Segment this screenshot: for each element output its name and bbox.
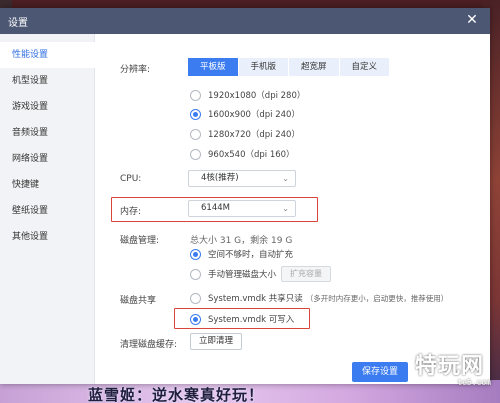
disk-summary: 总大小 31 G，剩余 19 G: [190, 236, 293, 246]
sidebar-item-network[interactable]: 网络设置: [0, 146, 95, 172]
save-settings-button[interactable]: 保存设置: [352, 362, 409, 382]
disk-share-option-note: （多开时内存更小，启动更快，推荐使用）: [305, 293, 449, 303]
radio-button[interactable]: [190, 292, 201, 304]
watermark-logo: 特玩网 te5.com: [415, 348, 495, 392]
cpu-label: CPU:: [120, 174, 142, 184]
radio-button-checked[interactable]: [190, 108, 201, 120]
radio-button[interactable]: [190, 128, 201, 140]
memory-label: 内存:: [120, 207, 142, 217]
clean-now-button[interactable]: 立即清理: [190, 333, 243, 350]
disk-share-option-label: System.vmdk 可写入: [208, 315, 295, 325]
resolution-label: 分辨率:: [120, 65, 151, 75]
chevron-down-icon: ⌄: [282, 204, 289, 213]
watermark-main-text: 特玩网: [415, 354, 485, 379]
disk-option-label: 手动管理磁盘大小: [208, 270, 277, 280]
disk-option-auto-expand[interactable]: 空间不够时，自动扩充: [190, 247, 293, 261]
radio-button[interactable]: [190, 268, 201, 280]
resolution-option-1280[interactable]: 1280x720（dpi 240）: [190, 127, 300, 141]
resolution-option-960[interactable]: 960x540（dpi 160）: [190, 147, 295, 161]
title-bar: 设置 ✕: [0, 8, 490, 34]
radio-button[interactable]: [190, 89, 201, 101]
radio-button-checked[interactable]: [190, 248, 201, 260]
chevron-down-icon: ⌄: [282, 174, 289, 183]
memory-select[interactable]: 6144M ⌄: [188, 200, 296, 217]
resolution-option-label: 1280x720（dpi 240）: [208, 130, 300, 140]
close-icon[interactable]: ✕: [464, 12, 480, 28]
resolution-option-label: 1600x900（dpi 240）: [208, 110, 300, 120]
disk-share-option-label: System.vmdk 共享只读: [208, 294, 303, 304]
settings-content: 分辨率: 平板版 手机版 超宽屏 自定义 1920x1080（dpi 280） …: [95, 34, 490, 384]
sidebar-item-other[interactable]: 其他设置: [0, 224, 95, 250]
settings-dialog: 设置 ✕ 性能设置 机型设置 游戏设置 音频设置 网络设置 快捷键 壁纸设置 其…: [0, 8, 490, 384]
resolution-tabs: 平板版 手机版 超宽屏 自定义: [188, 58, 390, 76]
cache-label: 清理磁盘缓存:: [120, 340, 178, 350]
radio-button[interactable]: [190, 148, 201, 160]
disk-share-option-readonly[interactable]: System.vmdk 共享只读 （多开时内存更小，启动更快，推荐使用）: [190, 291, 448, 305]
sidebar-item-wallpaper[interactable]: 壁纸设置: [0, 198, 95, 224]
disk-option-manual[interactable]: 手动管理磁盘大小: [190, 267, 276, 281]
sidebar-item-game[interactable]: 游戏设置: [0, 94, 95, 120]
tab-phone[interactable]: 手机版: [238, 58, 289, 76]
sidebar-item-shortcuts[interactable]: 快捷键: [0, 172, 95, 198]
memory-select-value: 6144M: [201, 203, 230, 213]
tab-custom[interactable]: 自定义: [339, 58, 390, 76]
disk-share-label: 磁盘共享: [120, 296, 157, 306]
cpu-select[interactable]: 4核(推荐) ⌄: [188, 170, 296, 187]
resolution-option-1600[interactable]: 1600x900（dpi 240）: [190, 107, 300, 121]
resolution-option-label: 960x540（dpi 160）: [208, 150, 295, 160]
radio-button-checked[interactable]: [190, 313, 201, 325]
watermark-sub-text: te5.com: [457, 378, 491, 387]
resolution-option-label: 1920x1080（dpi 280）: [208, 91, 306, 101]
disk-option-label: 空间不够时，自动扩充: [208, 250, 294, 260]
sidebar-item-performance[interactable]: 性能设置: [0, 42, 95, 68]
expand-capacity-button[interactable]: 扩充容量: [281, 266, 331, 282]
tab-ultrawide[interactable]: 超宽屏: [289, 58, 339, 76]
tab-tablet[interactable]: 平板版: [188, 58, 238, 76]
disk-share-option-writable[interactable]: System.vmdk 可写入: [190, 312, 294, 326]
resolution-option-1920[interactable]: 1920x1080（dpi 280）: [190, 88, 305, 102]
background-caption: 蓝雪姬：逆水寒真好玩！: [88, 386, 265, 403]
sidebar: 性能设置 机型设置 游戏设置 音频设置 网络设置 快捷键 壁纸设置 其他设置: [0, 34, 95, 384]
sidebar-item-audio[interactable]: 音频设置: [0, 120, 95, 146]
sidebar-item-device-model[interactable]: 机型设置: [0, 68, 95, 94]
disk-label: 磁盘管理:: [120, 236, 160, 246]
window-title: 设置: [8, 18, 28, 29]
cpu-select-value: 4核(推荐): [201, 173, 239, 183]
